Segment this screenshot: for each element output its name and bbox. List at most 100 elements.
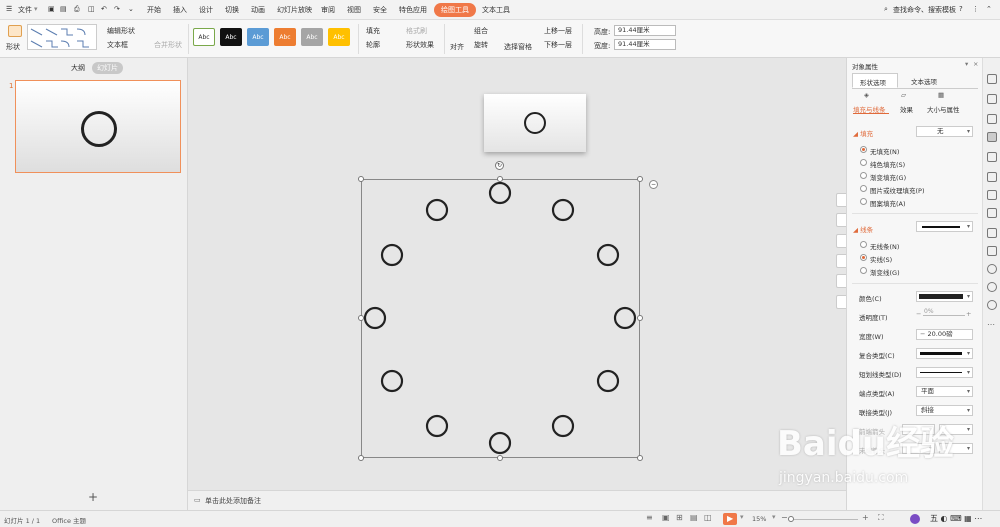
- print-icon[interactable]: ⎙: [74, 5, 80, 14]
- folder-icon[interactable]: ▤: [60, 5, 67, 13]
- style-preset-3[interactable]: Abc: [247, 28, 269, 46]
- tab-view[interactable]: 视图: [347, 5, 361, 15]
- comment-view-icon[interactable]: ◫: [704, 513, 712, 522]
- search-icon[interactable]: ⌕: [884, 5, 888, 14]
- rotate-button[interactable]: 旋转: [474, 40, 488, 50]
- fill-option-radio[interactable]: [860, 198, 867, 205]
- format-painter-button[interactable]: 格式刷: [406, 26, 427, 36]
- close-icon[interactable]: ×: [973, 60, 978, 68]
- style-preset-5[interactable]: Abc: [301, 28, 323, 46]
- line-style-dropdown[interactable]: [916, 221, 973, 232]
- fill-button[interactable]: 填充: [366, 26, 380, 36]
- fill-option-radio[interactable]: [860, 185, 867, 192]
- style-preset-4[interactable]: Abc: [274, 28, 296, 46]
- table-icon[interactable]: [987, 190, 997, 200]
- shape-effect-button[interactable]: 形状效果: [406, 40, 434, 50]
- fill-option-label[interactable]: 纯色填充(S): [870, 159, 905, 169]
- image-icon[interactable]: [987, 228, 997, 238]
- edit-icon[interactable]: [987, 208, 997, 218]
- play-button[interactable]: ▶: [723, 513, 737, 525]
- align-button[interactable]: 对齐: [450, 42, 464, 52]
- tab-animation[interactable]: 动画: [251, 5, 265, 15]
- collapse-toolbar-icon[interactable]: −: [649, 180, 658, 189]
- line-option-radio[interactable]: [860, 267, 867, 274]
- line-option-radio[interactable]: [860, 241, 867, 248]
- style-preset-2[interactable]: Abc: [220, 28, 242, 46]
- subtab-effect[interactable]: 效果: [900, 104, 913, 114]
- transparency-increase[interactable]: +: [966, 310, 971, 318]
- width-stepper[interactable]: − 20.00磅: [916, 329, 973, 340]
- redo-icon[interactable]: ↷: [114, 5, 120, 13]
- line-option-label[interactable]: 渐变线(G): [870, 267, 900, 277]
- shape-gallery[interactable]: [27, 24, 97, 50]
- properties-icon[interactable]: [987, 132, 997, 142]
- outline-button[interactable]: 轮廓: [366, 40, 380, 50]
- fill-option-label[interactable]: 渐变填充(G): [870, 172, 906, 182]
- fill-option-radio[interactable]: [860, 159, 867, 166]
- history-icon[interactable]: [987, 282, 997, 292]
- tab-transition[interactable]: 切换: [225, 5, 239, 15]
- collapse-icon[interactable]: ⌃: [986, 5, 992, 13]
- selection-pane-button[interactable]: 选择窗格: [504, 42, 532, 52]
- undo-icon[interactable]: ↶: [101, 5, 107, 13]
- download-icon[interactable]: [987, 264, 997, 274]
- customize-icon[interactable]: ⌄: [128, 5, 134, 13]
- preview-icon[interactable]: ◫: [88, 5, 95, 13]
- select-icon[interactable]: [987, 74, 997, 84]
- slide-canvas[interactable]: ↻ −: [188, 58, 850, 490]
- shape-icon[interactable]: [8, 25, 22, 37]
- tab-review[interactable]: 审阅: [321, 5, 335, 15]
- help-icon[interactable]: ?: [959, 5, 963, 13]
- tab-slides[interactable]: 幻灯片: [92, 62, 123, 74]
- chevron-down-icon[interactable]: ▾: [34, 5, 38, 13]
- line-option-radio[interactable]: [860, 254, 867, 261]
- zoom-slider[interactable]: [794, 519, 858, 520]
- fill-section-header[interactable]: ◢ 填充: [853, 128, 873, 138]
- subtab-size[interactable]: 大小与属性: [927, 104, 960, 114]
- reading-view-icon[interactable]: ▤: [690, 513, 698, 522]
- line-section-header[interactable]: ◢ 线条: [853, 224, 873, 234]
- cap-type-dropdown[interactable]: 平面: [916, 386, 973, 397]
- transparency-slider[interactable]: [923, 315, 965, 316]
- dash-type-dropdown[interactable]: [916, 367, 973, 378]
- fill-option-label[interactable]: 图案填充(A): [870, 198, 906, 208]
- tab-special[interactable]: 特色应用: [399, 5, 427, 15]
- tab-insert[interactable]: 插入: [173, 5, 187, 15]
- sorter-view-icon[interactable]: ⊞: [676, 513, 683, 522]
- style-icon[interactable]: [987, 94, 997, 104]
- command-search[interactable]: 查找命令、搜索模板: [893, 5, 956, 15]
- slide-thumbnail[interactable]: [15, 80, 181, 173]
- fill-option-radio[interactable]: [860, 146, 867, 153]
- normal-view-icon[interactable]: ▣: [662, 513, 670, 522]
- fill-option-radio[interactable]: [860, 172, 867, 179]
- ime-toolbar-icon[interactable]: 五 ◐ ⌨ ▦ ⋯: [930, 513, 982, 524]
- tab-slideshow[interactable]: 幻灯片放映: [277, 5, 312, 15]
- textbox-button[interactable]: 文本框: [107, 40, 128, 50]
- line-option-label[interactable]: 无线条(N): [870, 241, 899, 251]
- style-preset-1[interactable]: Abc: [193, 28, 215, 46]
- notes-toggle-icon[interactable]: ≡: [646, 513, 653, 522]
- fill-dropdown[interactable]: 无: [916, 126, 973, 137]
- chevron-down-icon[interactable]: ▾: [740, 513, 744, 521]
- ime-logo-icon[interactable]: [910, 514, 920, 524]
- audio-icon[interactable]: [987, 246, 997, 256]
- bring-forward-button[interactable]: 上移一层: [544, 26, 572, 36]
- tab-outline[interactable]: 大纲: [71, 63, 85, 73]
- save-icon[interactable]: ▣: [48, 5, 55, 13]
- zoom-in-icon[interactable]: +: [862, 513, 869, 522]
- compound-type-dropdown[interactable]: [916, 348, 973, 359]
- transition-icon[interactable]: [987, 152, 997, 162]
- menu-file[interactable]: 文件: [18, 5, 32, 15]
- group-button[interactable]: 组合: [474, 26, 488, 36]
- height-input[interactable]: 91.44厘米: [614, 25, 676, 36]
- add-slide-button[interactable]: +: [88, 490, 98, 504]
- edit-shape-button[interactable]: 编辑形状: [107, 26, 135, 36]
- tab-security[interactable]: 安全: [373, 5, 387, 15]
- pin-icon[interactable]: ▾: [965, 60, 968, 68]
- fit-window-icon[interactable]: ⛶: [878, 513, 884, 523]
- tab-text-options[interactable]: 文本选项: [911, 76, 937, 86]
- rotate-handle-icon[interactable]: ↻: [495, 161, 504, 170]
- shapes-icon[interactable]: [987, 114, 997, 124]
- transparency-decrease[interactable]: −: [916, 310, 921, 318]
- help-icon[interactable]: [987, 300, 997, 310]
